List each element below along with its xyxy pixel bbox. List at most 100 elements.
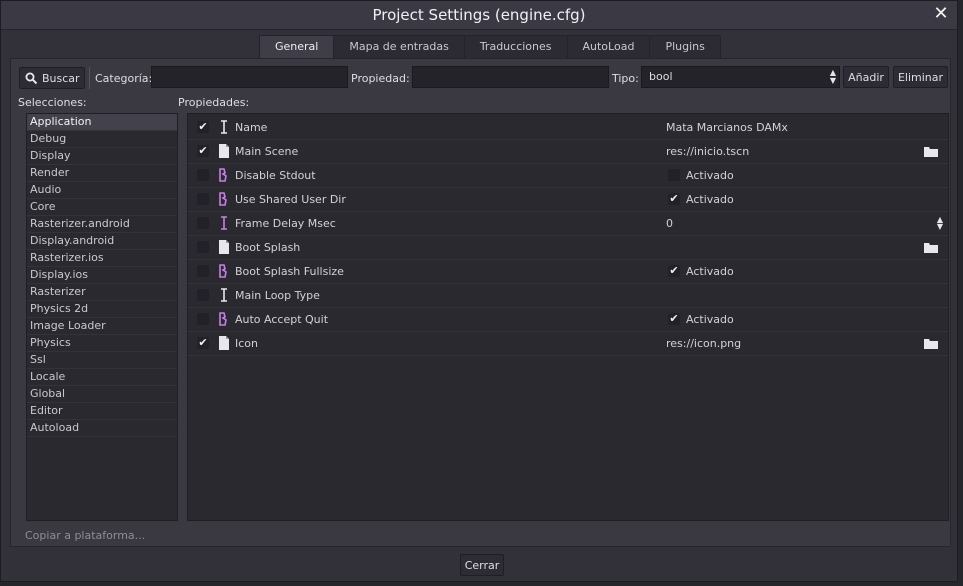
title-bar: Project Settings (engine.cfg) ✕ (1, 1, 957, 30)
property-name: Frame Delay Msec (235, 217, 336, 230)
section-item-core[interactable]: Core (27, 199, 177, 216)
value-checkbox[interactable]: ✔ (668, 193, 680, 205)
property-row-icon: ✔ Icon res://icon.png (188, 332, 948, 356)
property-row-name: ✔ Name Mata Marcianos DAMx (188, 116, 948, 140)
bool-icon (219, 168, 227, 182)
bool-icon (219, 264, 227, 278)
close-button[interactable]: Cerrar (460, 554, 504, 576)
property-label: Propiedad: (351, 72, 410, 85)
copy-to-platform-menu[interactable]: Copiar a plataforma... (25, 529, 145, 542)
property-row-main-scene: ✔ Main Scene res://inicio.tscn (188, 140, 948, 164)
type-label: Tipo: (612, 72, 639, 85)
override-checkbox[interactable] (197, 313, 209, 325)
property-name: Boot Splash (235, 241, 301, 254)
section-item-display-android[interactable]: Display.android (27, 233, 177, 250)
property-value[interactable]: res://icon.png (666, 337, 741, 350)
type-select[interactable]: bool ▲ ▼ (641, 66, 840, 88)
dialog-title: Project Settings (engine.cfg) (372, 6, 586, 24)
value-checkbox[interactable]: ✔ (668, 265, 680, 277)
property-row-main-loop-type: Main Loop Type (188, 284, 948, 308)
sections-list: Application Debug Display Render Audio C… (26, 113, 178, 521)
close-icon[interactable]: ✕ (931, 4, 951, 24)
spinner-arrows-icon[interactable]: ▲ ▼ (937, 216, 943, 231)
bool-icon (219, 192, 227, 206)
properties-list: ✔ Name Mata Marcianos DAMx ✔ Main Scene … (187, 113, 949, 521)
sections-heading: Selecciones: (18, 96, 87, 109)
value-checkbox[interactable] (668, 169, 680, 181)
text-cursor-icon (221, 120, 227, 134)
property-name: Auto Accept Quit (235, 313, 329, 326)
property-row-frame-delay-msec: Frame Delay Msec 0 ▲ ▼ (188, 212, 948, 236)
section-item-rasterizer-ios[interactable]: Rasterizer.ios (27, 250, 177, 267)
section-item-rasterizer[interactable]: Rasterizer (27, 284, 177, 301)
section-item-audio[interactable]: Audio (27, 182, 177, 199)
int-icon (221, 216, 227, 230)
property-row-auto-accept-quit: Auto Accept Quit ✔ Activado (188, 308, 948, 332)
file-icon (219, 336, 229, 350)
search-label: Buscar (42, 72, 80, 85)
settings-panel: Buscar Categoría: Propiedad: Tipo: bool … (10, 58, 951, 547)
section-item-display-ios[interactable]: Display.ios (27, 267, 177, 284)
section-item-physics[interactable]: Physics (27, 335, 177, 352)
bool-icon (219, 312, 227, 326)
property-value[interactable]: Mata Marcianos DAMx (666, 121, 788, 134)
section-item-render[interactable]: Render (27, 165, 177, 182)
override-checkbox[interactable]: ✔ (197, 145, 209, 157)
property-input[interactable] (412, 66, 609, 88)
folder-icon[interactable] (924, 337, 938, 349)
section-item-locale[interactable]: Locale (27, 369, 177, 386)
tab-input-map[interactable]: Mapa de entradas (333, 35, 465, 58)
settings-tabs: General Mapa de entradas Traducciones Au… (259, 35, 721, 60)
section-item-physics-2d[interactable]: Physics 2d (27, 301, 177, 318)
add-button[interactable]: Añadir (843, 66, 889, 88)
section-item-display[interactable]: Display (27, 148, 177, 165)
section-item-ssl[interactable]: Ssl (27, 352, 177, 369)
section-item-application[interactable]: Application (27, 114, 177, 131)
override-checkbox[interactable]: ✔ (197, 121, 209, 133)
property-name: Name (235, 121, 268, 134)
section-item-image-loader[interactable]: Image Loader (27, 318, 177, 335)
section-item-debug[interactable]: Debug (27, 131, 177, 148)
override-checkbox[interactable] (197, 169, 209, 181)
folder-icon[interactable] (924, 241, 938, 253)
tab-autoload[interactable]: AutoLoad (566, 35, 651, 58)
properties-heading: Propiedades: (178, 96, 250, 109)
property-name: Main Loop Type (235, 289, 320, 302)
property-row-use-shared-user-dir: Use Shared User Dir ✔ Activado (188, 188, 948, 212)
search-button[interactable]: Buscar (19, 67, 85, 89)
property-name: Boot Splash Fullsize (235, 265, 344, 278)
value-checkbox-label: Activado (686, 169, 734, 182)
override-checkbox[interactable] (197, 265, 209, 277)
section-item-autoload[interactable]: Autoload (27, 420, 177, 437)
override-checkbox[interactable] (197, 193, 209, 205)
tab-translations[interactable]: Traducciones (463, 35, 568, 58)
section-item-global[interactable]: Global (27, 386, 177, 403)
file-icon (219, 240, 229, 254)
override-checkbox[interactable] (197, 289, 209, 301)
tab-plugins[interactable]: Plugins (649, 35, 721, 58)
property-name: Use Shared User Dir (235, 193, 346, 206)
section-item-rasterizer-android[interactable]: Rasterizer.android (27, 216, 177, 233)
override-checkbox[interactable]: ✔ (197, 337, 209, 349)
value-checkbox-label: Activado (686, 313, 734, 326)
value-checkbox-label: Activado (686, 193, 734, 206)
select-arrows-icon: ▲ ▼ (829, 68, 836, 85)
property-name: Disable Stdout (235, 169, 316, 182)
folder-icon[interactable] (924, 145, 938, 157)
property-row-boot-splash-fullsize: Boot Splash Fullsize ✔ Activado (188, 260, 948, 284)
property-row-disable-stdout: Disable Stdout Activado (188, 164, 948, 188)
remove-button[interactable]: Eliminar (893, 66, 948, 88)
override-checkbox[interactable] (197, 241, 209, 253)
override-checkbox[interactable] (197, 217, 209, 229)
property-name: Icon (235, 337, 258, 350)
file-icon (219, 144, 229, 158)
property-value[interactable]: res://inicio.tscn (666, 145, 749, 158)
property-value[interactable]: 0 (666, 217, 673, 230)
project-settings-dialog: Project Settings (engine.cfg) ✕ General … (0, 0, 958, 582)
value-checkbox[interactable]: ✔ (668, 313, 680, 325)
section-item-editor[interactable]: Editor (27, 403, 177, 420)
toolbar-separator (89, 67, 90, 89)
tab-general[interactable]: General (259, 35, 335, 60)
search-icon (25, 72, 38, 85)
category-input[interactable] (151, 66, 348, 88)
